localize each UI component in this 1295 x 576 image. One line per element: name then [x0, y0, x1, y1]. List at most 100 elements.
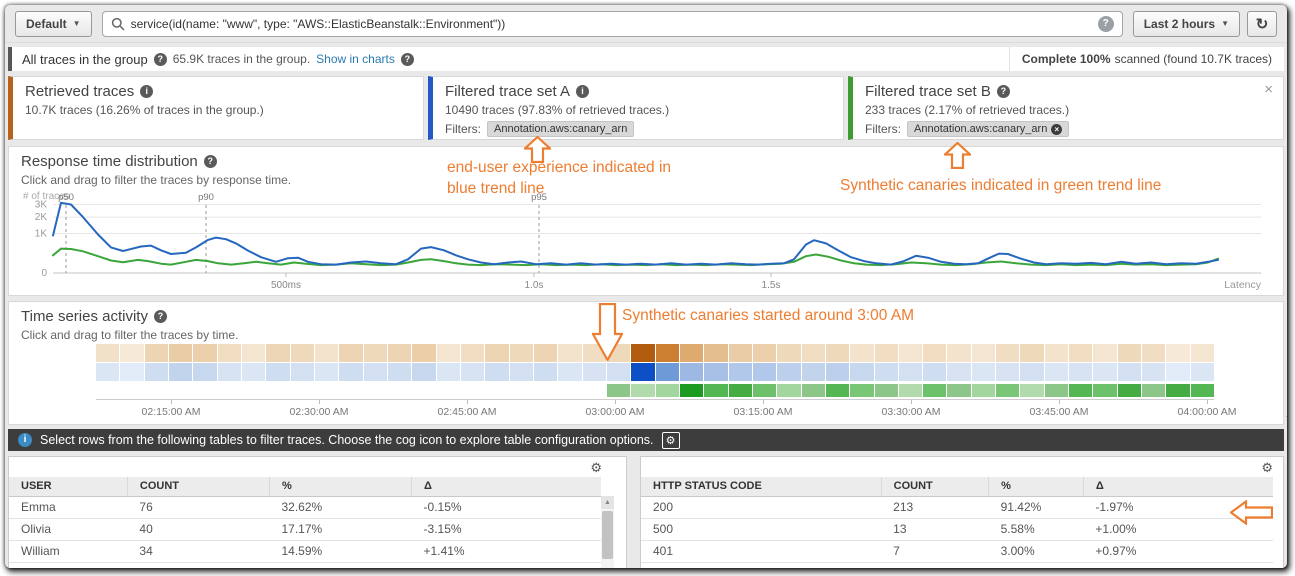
heatmap-cell[interactable]: [947, 363, 970, 381]
heatmap-cell[interactable]: [656, 363, 679, 381]
heatmap-cell[interactable]: [899, 363, 922, 381]
heatmap-cell[interactable]: [291, 363, 314, 381]
heatmap-cell[interactable]: [96, 344, 119, 362]
heatmap-cell[interactable]: [266, 363, 289, 381]
heatmap-cell[interactable]: [96, 384, 119, 397]
heatmap-cell[interactable]: [947, 344, 970, 362]
heatmap-cell[interactable]: [875, 363, 898, 381]
heatmap-cell[interactable]: [704, 344, 727, 362]
trace-filter-searchbox[interactable]: ?: [102, 11, 1123, 37]
heatmap-cell[interactable]: [437, 384, 460, 397]
heatmap-cell[interactable]: [169, 363, 192, 381]
refresh-button[interactable]: ↻: [1247, 11, 1277, 37]
heatmap-cell[interactable]: [1020, 344, 1043, 362]
heatmap-cell[interactable]: [753, 384, 776, 397]
column-header[interactable]: USER: [9, 477, 127, 496]
heatmap-cell[interactable]: [1118, 363, 1141, 381]
heatmap-cell[interactable]: [753, 344, 776, 362]
heatmap-cell[interactable]: [1142, 384, 1165, 397]
heatmap-cell[interactable]: [656, 384, 679, 397]
heatmap-cell[interactable]: [388, 344, 411, 362]
heatmap-cell[interactable]: [1045, 363, 1068, 381]
remove-filter-icon[interactable]: ×: [1051, 124, 1062, 135]
heatmap-cell[interactable]: [850, 363, 873, 381]
heatmap-cell[interactable]: [1118, 344, 1141, 362]
info-icon[interactable]: i: [576, 85, 589, 98]
heatmap-cell[interactable]: [1142, 344, 1165, 362]
heatmap-cell[interactable]: [583, 344, 606, 362]
heatmap-cell[interactable]: [1142, 363, 1165, 381]
heatmap-cell[interactable]: [826, 384, 849, 397]
heatmap-cell[interactable]: [1093, 363, 1116, 381]
heatmap-cell[interactable]: [558, 363, 581, 381]
close-icon[interactable]: ×: [1264, 81, 1273, 98]
heatmap-cell[interactable]: [631, 344, 654, 362]
table-row[interactable]: 500135.58%+1.00%: [641, 518, 1273, 540]
heatmap-cell[interactable]: [972, 384, 995, 397]
heatmap-cell[interactable]: [777, 363, 800, 381]
heatmap-cell[interactable]: [1069, 384, 1092, 397]
heatmap-cell[interactable]: [631, 384, 654, 397]
heatmap-cell[interactable]: [729, 363, 752, 381]
search-input[interactable]: [131, 17, 1092, 31]
heatmap-cell[interactable]: [1069, 344, 1092, 362]
help-icon[interactable]: ?: [401, 53, 414, 66]
heatmap-cell[interactable]: [1191, 344, 1214, 362]
filter-chip[interactable]: Annotation.aws:canary_arn ×: [907, 121, 1069, 137]
heatmap-cell[interactable]: [169, 344, 192, 362]
table-config-gear-icon[interactable]: ⚙: [662, 432, 680, 449]
heatmap-cell[interactable]: [923, 384, 946, 397]
heatmap-cell[interactable]: [972, 344, 995, 362]
heatmap-cell[interactable]: [802, 344, 825, 362]
heatmap-cell[interactable]: [339, 384, 362, 397]
heatmap-cell[interactable]: [120, 344, 143, 362]
help-icon[interactable]: ?: [997, 85, 1010, 98]
table-row[interactable]: Sophia239.87%+3.31%: [9, 562, 601, 568]
table-row[interactable]: Olivia4017.17%-3.15%: [9, 518, 601, 540]
heatmap-cell[interactable]: [169, 384, 192, 397]
heatmap-cell[interactable]: [680, 344, 703, 362]
heatmap-cell[interactable]: [1045, 344, 1068, 362]
heatmap-cell[interactable]: [899, 344, 922, 362]
heatmap-cell[interactable]: [1166, 344, 1189, 362]
heatmap-cell[interactable]: [875, 384, 898, 397]
column-header[interactable]: Δ: [412, 477, 601, 496]
heatmap-cell[interactable]: [193, 384, 216, 397]
heatmap-cell[interactable]: [266, 384, 289, 397]
heatmap-cell[interactable]: [656, 344, 679, 362]
heatmap-cell[interactable]: [266, 344, 289, 362]
heatmap-cell[interactable]: [947, 384, 970, 397]
heatmap-cell[interactable]: [1093, 344, 1116, 362]
heatmap-cell[interactable]: [558, 384, 581, 397]
heatmap-cell[interactable]: [461, 344, 484, 362]
heatmap-cell[interactable]: [753, 363, 776, 381]
heatmap-cell[interactable]: [145, 363, 168, 381]
heatmap-cell[interactable]: [510, 384, 533, 397]
heatmap-cell[interactable]: [729, 384, 752, 397]
heatmap-cell[interactable]: [510, 344, 533, 362]
heatmap-cell[interactable]: [218, 384, 241, 397]
filter-chip[interactable]: Annotation.aws:canary_arn: [487, 121, 634, 137]
heatmap-cell[interactable]: [1045, 384, 1068, 397]
heatmap-cell[interactable]: [461, 384, 484, 397]
heatmap-cell[interactable]: [996, 344, 1019, 362]
table-row[interactable]: Emma7632.62%-0.15%: [9, 496, 601, 518]
heatmap-cell[interactable]: [850, 344, 873, 362]
info-icon[interactable]: i: [140, 85, 153, 98]
heatmap-cell[interactable]: [534, 363, 557, 381]
heatmap-cell[interactable]: [826, 344, 849, 362]
heatmap-cell[interactable]: [996, 363, 1019, 381]
heatmap-cell[interactable]: [607, 363, 630, 381]
heatmap-cell[interactable]: [485, 363, 508, 381]
heatmap-cell[interactable]: [680, 384, 703, 397]
vertical-scrollbar[interactable]: ▲: [601, 496, 614, 568]
heatmap-cell[interactable]: [607, 384, 630, 397]
heatmap-cell[interactable]: [510, 363, 533, 381]
heatmap-cell[interactable]: [534, 344, 557, 362]
heatmap-cell[interactable]: [1020, 363, 1043, 381]
heatmap-cell[interactable]: [558, 344, 581, 362]
heatmap-cell[interactable]: [485, 344, 508, 362]
gear-icon[interactable]: ⚙: [590, 460, 602, 476]
heatmap-cell[interactable]: [1020, 384, 1043, 397]
table-row[interactable]: William3414.59%+1.41%: [9, 540, 601, 562]
